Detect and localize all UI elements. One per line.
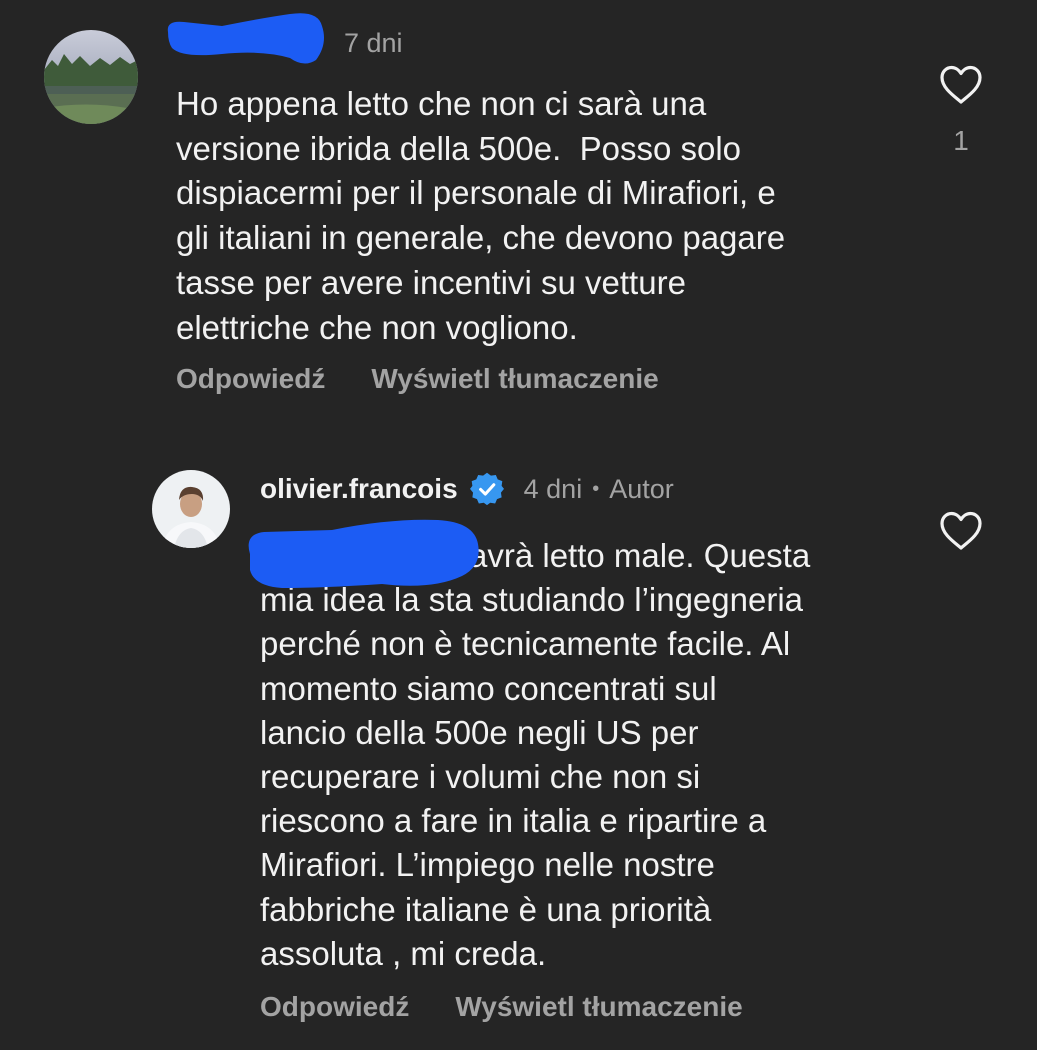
comment-line: gli italiani in generale, che devono pag…: [176, 219, 786, 257]
comment-line: dispiacermi per il personale di Mirafior…: [176, 174, 776, 212]
heart-outline-icon[interactable]: [938, 64, 984, 106]
comment-line: Ho appena letto che non ci sarà una: [176, 85, 707, 122]
comment-line: Mirafiori. L’impiego nelle nostre: [260, 846, 715, 884]
comment-header: olivier.francois 4 dni • Autor: [260, 472, 674, 506]
comment-line: lancio della 500e negli US per: [260, 713, 699, 751]
comment-line-text: avrà letto male. Questa: [469, 537, 811, 574]
comment-time: 7 dni: [344, 28, 403, 58]
heart-outline-icon[interactable]: [938, 510, 984, 552]
comment-text: avrà letto male. Questa mia idea la sta …: [260, 534, 920, 976]
author-badge: Autor: [609, 473, 674, 504]
comment-text: Ho appena letto che non ci sarà una vers…: [176, 82, 916, 350]
avatar[interactable]: [44, 30, 138, 124]
username[interactable]: olivier.francois: [260, 473, 458, 505]
reply-button[interactable]: Odpowiedź: [260, 990, 409, 1024]
comment: 7 dni Ho appena letto che non ci sarà un…: [0, 0, 1037, 420]
comment-line: recuperare i volumi che non si: [260, 758, 701, 796]
separator-dot: •: [592, 477, 600, 500]
comment-actions: Odpowiedź Wyświetl tłumaczenie: [176, 362, 659, 396]
comment-line: momento siamo concentrati sul: [260, 669, 717, 707]
comment-line: tasse per avere incentivi su vetture: [176, 263, 686, 301]
comment-line: riescono a fare in italia e ripartire a: [260, 802, 767, 840]
comment-line: assoluta , mi creda.: [260, 934, 547, 972]
comment-line: versione ibrida della 500e. Posso solo: [176, 129, 742, 167]
view-translation-button[interactable]: Wyświetl tłumaczenie: [455, 990, 742, 1024]
avatar[interactable]: [152, 470, 230, 548]
redaction-mark: [242, 514, 487, 594]
comment-line: elettriche che non vogliono.: [176, 308, 578, 346]
comment-line: perché non è tecnicamente facile. Al: [260, 625, 791, 663]
comment-actions: Odpowiedź Wyświetl tłumaczenie: [260, 990, 743, 1024]
redaction-mark: [162, 10, 330, 66]
reply-comment: olivier.francois 4 dni • Autor avrà lett…: [0, 440, 1037, 1040]
reply-button[interactable]: Odpowiedź: [176, 362, 325, 396]
view-translation-button[interactable]: Wyświetl tłumaczenie: [371, 362, 658, 396]
verified-badge-icon: [469, 472, 504, 506]
like-count[interactable]: 1: [940, 124, 982, 158]
comment-line: fabbriche italiane è una priorità: [260, 890, 712, 928]
comment-time: 4 dni: [523, 473, 583, 504]
